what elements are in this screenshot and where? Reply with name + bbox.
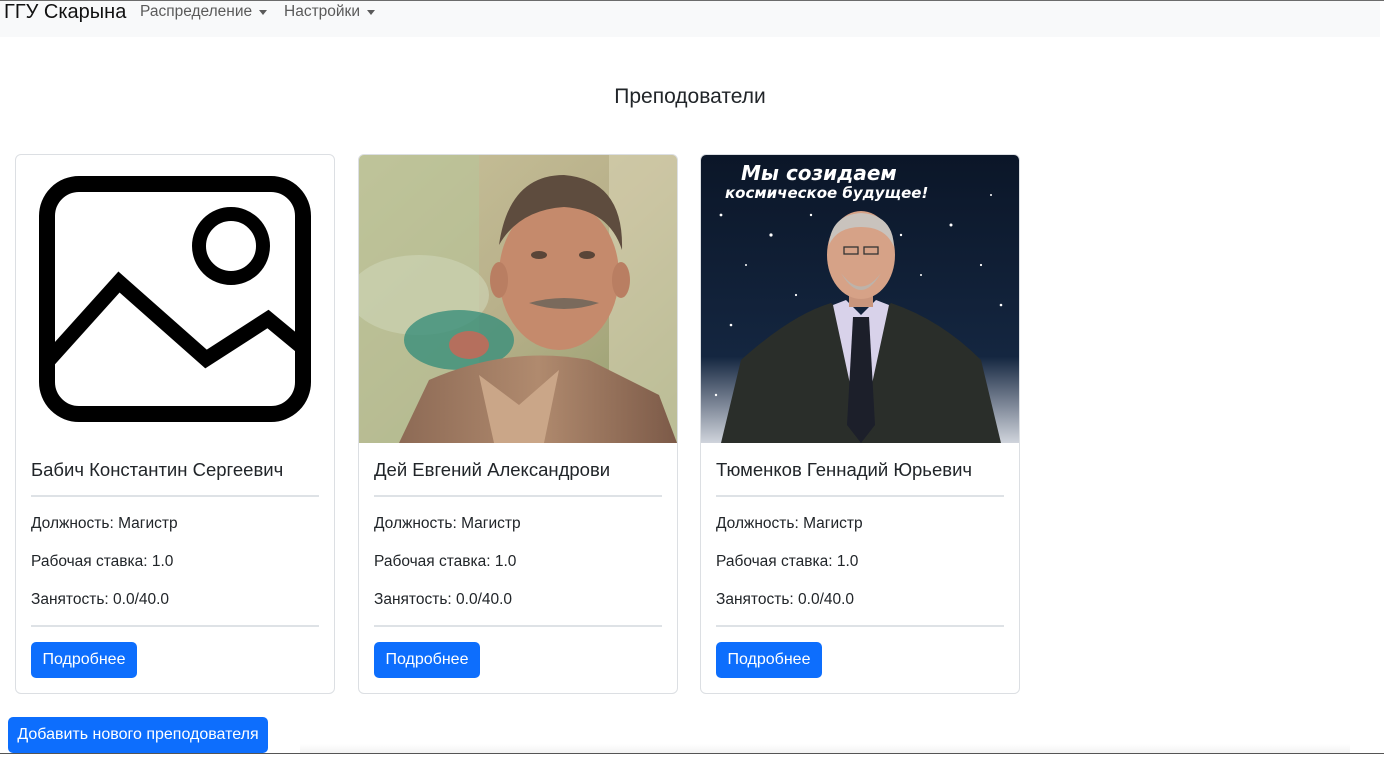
- divider: [374, 495, 662, 497]
- placeholder-image-icon: [16, 155, 334, 443]
- teacher-position: Должность: Магистр: [31, 515, 178, 532]
- nav-dropdown-label: Настройки: [284, 3, 361, 20]
- teacher-card: Мы созидаем космическое будущее! Тюменко…: [700, 154, 1020, 694]
- nav-dropdown-distribution[interactable]: Распределение: [140, 3, 268, 21]
- divider: [716, 625, 1004, 627]
- teacher-card: Бабич Константин Сергеевич Должность: Ма…: [15, 154, 335, 694]
- teacher-rate: Рабочая ставка: 1.0: [374, 553, 517, 570]
- caret-down-icon: [367, 10, 376, 15]
- window-bottom-edge: [0, 753, 1384, 757]
- teacher-position: Должность: Магистр: [716, 515, 863, 532]
- nav-dropdown-settings[interactable]: Настройки: [284, 3, 376, 21]
- photo-caption-line1: Мы созидаем: [741, 161, 897, 185]
- add-teacher-button[interactable]: Добавить нового преподователя: [8, 717, 268, 753]
- nav-dropdown-label: Распределение: [140, 3, 253, 20]
- details-button[interactable]: Подробнее: [716, 642, 822, 678]
- navbar: ГГУ Скарына Распределение Настройки: [0, 1, 1380, 37]
- teacher-photo: Мы созидаем космическое будущее!: [701, 155, 1019, 443]
- teacher-photo: [359, 155, 677, 443]
- teacher-workload: Занятость: 0.0/40.0: [31, 591, 170, 608]
- divider: [374, 625, 662, 627]
- divider: [716, 495, 1004, 497]
- teacher-name: Тюменков Геннадий Юрьевич: [716, 459, 973, 480]
- divider: [31, 625, 319, 627]
- details-button[interactable]: Подробнее: [31, 642, 137, 678]
- teacher-rate: Рабочая ставка: 1.0: [31, 553, 174, 570]
- teacher-position: Должность: Магистр: [374, 515, 521, 532]
- details-button[interactable]: Подробнее: [374, 642, 480, 678]
- teacher-rate: Рабочая ставка: 1.0: [716, 553, 859, 570]
- divider: [31, 495, 319, 497]
- caret-down-icon: [259, 10, 268, 15]
- teacher-workload: Занятость: 0.0/40.0: [374, 591, 513, 608]
- teacher-name: Дей Евгений Александрови: [374, 459, 611, 480]
- teacher-name: Бабич Константин Сергеевич: [31, 459, 284, 480]
- brand-link[interactable]: ГГУ Скарына: [4, 1, 126, 23]
- photo-caption-line2: космическое будущее!: [725, 184, 928, 202]
- page-title: Преподователи: [614, 85, 766, 108]
- teacher-workload: Занятость: 0.0/40.0: [716, 591, 855, 608]
- teacher-card: Дей Евгений Александрови Должность: Маги…: [358, 154, 678, 694]
